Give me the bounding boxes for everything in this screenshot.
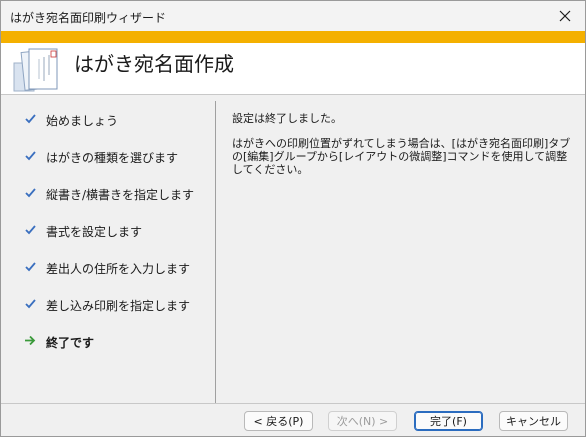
content-panel: 設定は終了しました。 はがきへの印刷位置がずれてしまう場合は、[はがき宛名面印刷… <box>216 95 585 403</box>
close-icon <box>559 10 571 22</box>
check-icon <box>25 114 36 124</box>
step-label: 終了です <box>46 336 95 350</box>
next-button[interactable]: 次へ(N) > <box>328 411 397 431</box>
step-list: 始めましょう はがきの種類を選びます 縦書き/横書きを指定します 書式を設定しま… <box>1 95 215 403</box>
check-icon <box>25 151 36 161</box>
step-item: 書式を設定します <box>1 218 215 242</box>
check-icon <box>25 299 36 309</box>
arrow-right-icon <box>25 335 36 346</box>
postcard-wizard-icon <box>13 48 58 92</box>
step-label: 始めましょう <box>46 114 119 128</box>
step-label: 書式を設定します <box>46 225 143 239</box>
step-label: 差し込み印刷を指定します <box>46 299 191 313</box>
wizard-window: はがき宛名面印刷ウィザード はがき宛名面作成 始めましょう はがきの種類を選びま… <box>0 0 586 437</box>
check-icon <box>25 262 36 272</box>
wizard-heading: はがき宛名面作成 <box>74 52 234 76</box>
finish-button[interactable]: 完了(F) <box>414 411 483 431</box>
window-title: はがき宛名面印刷ウィザード <box>10 11 167 25</box>
cancel-button[interactable]: キャンセル <box>499 411 568 431</box>
step-label: 差出人の住所を入力します <box>46 262 191 276</box>
button-bar: < 戻る(P) 次へ(N) > 完了(F) キャンセル <box>1 404 585 436</box>
close-button[interactable] <box>551 4 579 28</box>
title-bar: はがき宛名面印刷ウィザード <box>1 1 585 31</box>
step-item: 差し込み印刷を指定します <box>1 292 215 316</box>
wizard-header: はがき宛名面作成 <box>1 43 585 95</box>
instruction-text: はがきへの印刷位置がずれてしまう場合は、[はがき宛名面印刷]タブの[編集]グルー… <box>232 137 571 176</box>
step-item-current: 終了です <box>1 329 215 353</box>
step-label: はがきの種類を選びます <box>46 151 179 165</box>
completion-message: 設定は終了しました。 <box>232 112 342 125</box>
step-item: 縦書き/横書きを指定します <box>1 181 215 205</box>
step-item: 始めましょう <box>1 107 215 131</box>
check-icon <box>25 225 36 235</box>
check-icon <box>25 188 36 198</box>
accent-band <box>1 31 585 43</box>
step-item: 差出人の住所を入力します <box>1 255 215 279</box>
step-label: 縦書き/横書きを指定します <box>46 188 195 202</box>
back-button[interactable]: < 戻る(P) <box>244 411 313 431</box>
step-item: はがきの種類を選びます <box>1 144 215 168</box>
